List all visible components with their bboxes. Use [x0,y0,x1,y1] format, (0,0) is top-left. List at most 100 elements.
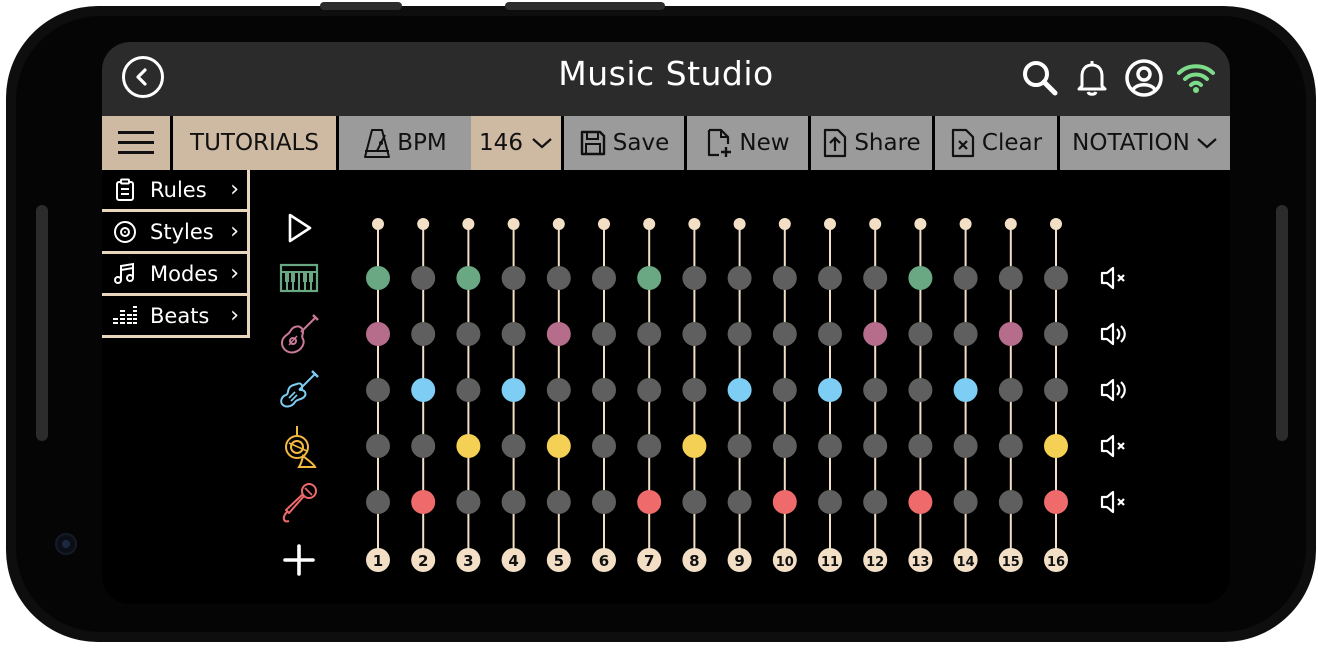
step-number-badge[interactable] [727,548,752,572]
bell-icon[interactable] [1072,58,1112,98]
step-number-badge[interactable] [682,548,707,572]
menu-item-beats[interactable]: Beats › [102,296,250,338]
step-dot[interactable] [501,434,526,458]
step-dot-active[interactable] [863,322,888,346]
step-dot[interactable] [592,266,616,290]
step-dot-active[interactable] [637,490,662,514]
step-dot[interactable] [546,266,571,290]
step-dot[interactable] [682,378,707,402]
step-dot[interactable] [366,490,390,514]
french-horn-icon[interactable] [272,424,326,468]
step-dot[interactable] [908,378,933,402]
step-dot-active[interactable] [366,266,390,290]
step-number-badge[interactable] [863,548,888,572]
play-icon[interactable] [272,206,326,250]
electric-guitar-icon[interactable] [272,368,326,412]
step-dot[interactable] [727,266,752,290]
step-dot-active[interactable] [1044,490,1068,514]
step-dot[interactable] [818,266,842,290]
hamburger-menu-button[interactable] [102,116,173,170]
step-dot[interactable] [727,322,752,346]
step-dot[interactable] [863,490,888,514]
step-dot[interactable] [456,490,481,514]
step-dot[interactable] [953,490,978,514]
step-dot[interactable] [411,434,436,458]
step-number-badge[interactable] [456,548,481,572]
muted-speaker-icon[interactable] [1098,263,1138,293]
step-dot[interactable] [411,266,436,290]
step-number-badge[interactable] [637,548,662,572]
step-dot[interactable] [1044,322,1068,346]
step-number-badge[interactable] [501,548,526,572]
step-dot-active[interactable] [456,266,481,290]
new-button[interactable]: New [687,116,811,170]
step-dot[interactable] [546,490,571,514]
step-dot[interactable] [1044,266,1068,290]
menu-item-modes[interactable]: Modes › [102,254,250,296]
step-number-badge[interactable] [998,548,1023,572]
step-number-badge[interactable] [908,548,933,572]
tutorials-button[interactable]: TUTORIALS [173,116,339,170]
step-dot[interactable] [1044,378,1068,402]
step-dot[interactable] [953,434,978,458]
step-dot[interactable] [456,322,481,346]
speaker-volume-icon[interactable] [1098,319,1138,349]
step-dot[interactable] [998,266,1023,290]
step-dot[interactable] [772,434,797,458]
step-dot-active[interactable] [953,378,978,402]
step-dot[interactable] [863,266,888,290]
step-dot[interactable] [727,490,752,514]
step-dot-active[interactable] [637,266,662,290]
step-dot[interactable] [998,378,1023,402]
step-dot-active[interactable] [456,434,481,458]
step-dot-active[interactable] [682,434,707,458]
step-dot[interactable] [908,434,933,458]
step-dot[interactable] [818,434,842,458]
step-dot[interactable] [592,378,616,402]
plus-icon[interactable] [272,538,326,582]
step-dot[interactable] [592,490,616,514]
step-dot-active[interactable] [998,322,1023,346]
step-number-badge[interactable] [1044,548,1068,572]
acoustic-guitar-icon[interactable] [272,312,326,356]
step-dot[interactable] [772,322,797,346]
step-number-badge[interactable] [772,548,797,572]
step-dot[interactable] [637,434,662,458]
step-dot[interactable] [592,434,616,458]
step-dot-active[interactable] [908,266,933,290]
step-number-badge[interactable] [366,548,390,572]
step-dot-active[interactable] [772,490,797,514]
step-dot[interactable] [682,490,707,514]
step-dot-active[interactable] [501,378,526,402]
step-dot[interactable] [772,378,797,402]
step-number-badge[interactable] [592,548,616,572]
step-dot[interactable] [998,490,1023,514]
step-dot[interactable] [592,322,616,346]
account-circle-icon[interactable] [1124,58,1164,98]
step-dot[interactable] [366,434,390,458]
step-dot[interactable] [501,266,526,290]
step-dot[interactable] [818,490,842,514]
step-dot[interactable] [727,434,752,458]
bpm-button[interactable]: BPM [339,116,471,170]
share-button[interactable]: Share [811,116,935,170]
step-dot-active[interactable] [908,490,933,514]
step-dot[interactable] [863,434,888,458]
step-dot[interactable] [637,378,662,402]
step-dot-active[interactable] [546,322,571,346]
step-dot[interactable] [411,322,436,346]
speaker-volume-icon[interactable] [1098,375,1138,405]
muted-speaker-icon[interactable] [1098,431,1138,461]
step-number-badge[interactable] [818,548,842,572]
microphone-icon[interactable] [272,480,326,524]
step-dot[interactable] [998,434,1023,458]
step-dot-active[interactable] [366,322,390,346]
step-dot[interactable] [682,266,707,290]
step-dot[interactable] [953,266,978,290]
step-dot-active[interactable] [411,378,436,402]
step-dot[interactable] [501,490,526,514]
menu-item-styles[interactable]: Styles › [102,212,250,254]
clear-button[interactable]: Clear [935,116,1060,170]
step-dot-active[interactable] [727,378,752,402]
piano-icon[interactable] [272,256,326,300]
